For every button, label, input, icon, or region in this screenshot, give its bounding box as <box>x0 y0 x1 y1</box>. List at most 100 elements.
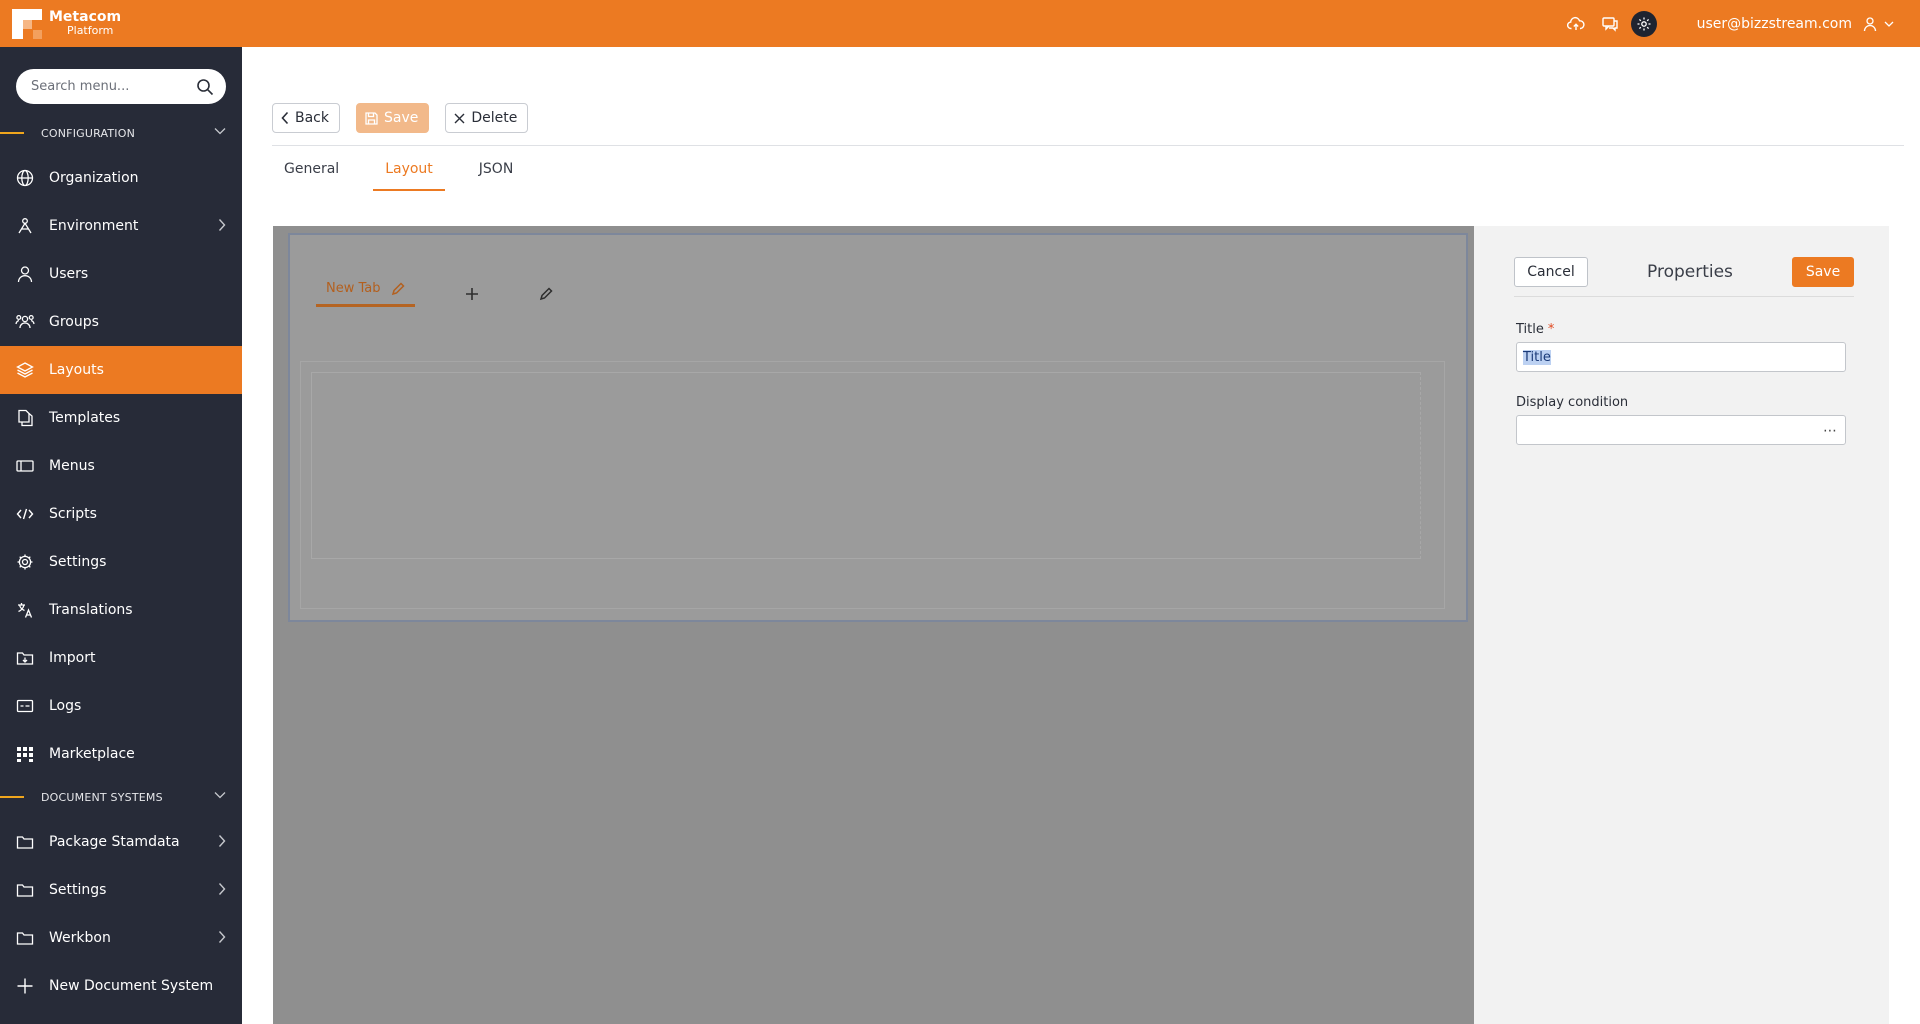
sidebar-item-marketplace[interactable]: Marketplace <box>0 730 242 778</box>
sidebar-item-import[interactable]: Import <box>0 634 242 682</box>
floppy-disk-icon <box>365 111 378 125</box>
layout-tab-container[interactable]: New Tab <box>288 233 1468 622</box>
delete-label: Delete <box>471 110 518 126</box>
layout-tab-strip: New Tab <box>316 281 553 307</box>
tab-layout[interactable]: Layout <box>373 161 445 191</box>
translate-icon <box>15 600 35 620</box>
chevron-right-icon <box>218 218 226 232</box>
sidebar-item-label: Settings <box>49 882 107 898</box>
sidebar-item-label: Werkbon <box>49 930 111 946</box>
sidebar-item-label: Logs <box>49 698 82 714</box>
sidebar-item-templates[interactable]: Templates <box>0 394 242 442</box>
user-icon <box>15 264 35 284</box>
sidebar-item-label: Marketplace <box>49 746 135 762</box>
section-configuration[interactable]: CONFIGURATION <box>0 121 242 145</box>
title-label: Title <box>1516 322 1544 337</box>
sidebar-item-users[interactable]: Users <box>0 250 242 298</box>
chevron-down-icon <box>1884 20 1894 28</box>
properties-save-button[interactable]: Save <box>1792 257 1854 287</box>
menus-icon <box>15 456 35 476</box>
section-label: DOCUMENT SYSTEMS <box>41 790 163 804</box>
groups-icon <box>15 312 35 332</box>
title-field-label: Title * <box>1516 322 1554 337</box>
close-icon <box>454 113 465 124</box>
logs-icon <box>15 696 35 716</box>
tabs: General Layout JSON <box>272 161 547 191</box>
sidebar-item-logs[interactable]: Logs <box>0 682 242 730</box>
sidebar-item-translations[interactable]: Translations <box>0 586 242 634</box>
sidebar-item-groups[interactable]: Groups <box>0 298 242 346</box>
section-document-systems[interactable]: DOCUMENT SYSTEMS <box>0 785 242 809</box>
marketplace-icon <box>15 744 35 764</box>
save-button[interactable]: Save <box>356 103 430 133</box>
user-email[interactable]: user@bizzstream.com <box>1697 16 1852 32</box>
back-label: Back <box>295 110 329 126</box>
sidebar-item-scripts[interactable]: Scripts <box>0 490 242 538</box>
sidebar-item-label: Environment <box>49 218 139 234</box>
sidebar-item-label: Groups <box>49 314 99 330</box>
sidebar-item-label: Settings <box>49 554 107 570</box>
delete-button[interactable]: Delete <box>445 103 529 133</box>
brand-sub: Platform <box>67 23 114 37</box>
sidebar-item-label: Package Stamdata <box>49 834 180 850</box>
templates-icon <box>15 408 35 428</box>
chevron-right-icon <box>218 834 226 848</box>
folder-icon <box>15 832 35 852</box>
layers-icon <box>15 360 35 380</box>
layout-canvas: New Tab <box>273 226 1474 1024</box>
layout-tab-label: New Tab <box>326 281 381 296</box>
import-icon <box>15 648 35 668</box>
metacom-logo-icon <box>12 8 42 39</box>
main-content: Back Save Delete General Layout JSON New… <box>242 47 1920 1024</box>
toolbar: Back Save Delete <box>272 103 544 133</box>
sidebar-item-label: Templates <box>49 410 121 426</box>
sidebar-item-menus[interactable]: Menus <box>0 442 242 490</box>
sidebar-item-label: New Document System <box>49 978 214 994</box>
chat-icon[interactable] <box>1597 11 1623 37</box>
cancel-button[interactable]: Cancel <box>1514 257 1588 287</box>
layout-drop-zone[interactable] <box>300 361 1445 609</box>
more-options-icon[interactable]: ⋯ <box>1823 423 1837 439</box>
brand-name: Metacom <box>49 8 122 25</box>
tab-general[interactable]: General <box>272 161 351 191</box>
pencil-icon[interactable] <box>391 281 405 296</box>
sidebar-item-label: Users <box>49 266 89 282</box>
required-mark: * <box>1547 322 1555 337</box>
sidebar-item-doc-settings[interactable]: Settings <box>0 866 242 914</box>
sidebar-item-label: Layouts <box>49 362 104 378</box>
chevron-right-icon <box>218 930 226 944</box>
sidebar-item-label: Scripts <box>49 506 97 522</box>
sidebar-item-werkbon[interactable]: Werkbon <box>0 914 242 962</box>
search-icon[interactable] <box>196 78 214 96</box>
display-condition-input[interactable]: ⋯ <box>1516 415 1846 445</box>
save-label: Save <box>384 110 419 126</box>
chevron-down-icon <box>214 791 226 799</box>
properties-panel: Cancel Properties Save Title * Title Disp… <box>1474 226 1889 1024</box>
sidebar-item-settings[interactable]: Settings <box>0 538 242 586</box>
folder-icon <box>15 928 35 948</box>
title-input[interactable]: Title <box>1516 342 1846 372</box>
pencil-icon[interactable] <box>539 287 553 301</box>
sidebar-item-environment[interactable]: Environment <box>0 202 242 250</box>
tab-json[interactable]: JSON <box>467 161 526 191</box>
sidebar-item-package-stamdata[interactable]: Package Stamdata <box>0 818 242 866</box>
globe-icon <box>15 168 35 188</box>
add-tab-icon[interactable] <box>465 287 479 301</box>
sidebar-item-layouts[interactable]: Layouts <box>0 346 242 394</box>
layout-tab-new-tab[interactable]: New Tab <box>316 281 415 307</box>
user-menu[interactable] <box>1862 16 1894 32</box>
sidebar-item-organization[interactable]: Organization <box>0 154 242 202</box>
search-input[interactable] <box>31 79 181 94</box>
cloud-upload-icon[interactable] <box>1563 11 1589 37</box>
sidebar-item-new-document-system[interactable]: New Document System <box>0 962 242 1010</box>
gear-icon[interactable] <box>1630 10 1657 37</box>
display-condition-label: Display condition <box>1516 395 1629 410</box>
layout-row[interactable] <box>311 372 1421 559</box>
environment-icon <box>15 216 35 236</box>
back-button[interactable]: Back <box>272 103 340 133</box>
brand[interactable]: Metacom Platform <box>12 8 122 39</box>
chevron-down-icon <box>214 127 226 135</box>
user-icon <box>1862 16 1878 32</box>
folder-icon <box>15 880 35 900</box>
section-label: CONFIGURATION <box>41 126 136 140</box>
